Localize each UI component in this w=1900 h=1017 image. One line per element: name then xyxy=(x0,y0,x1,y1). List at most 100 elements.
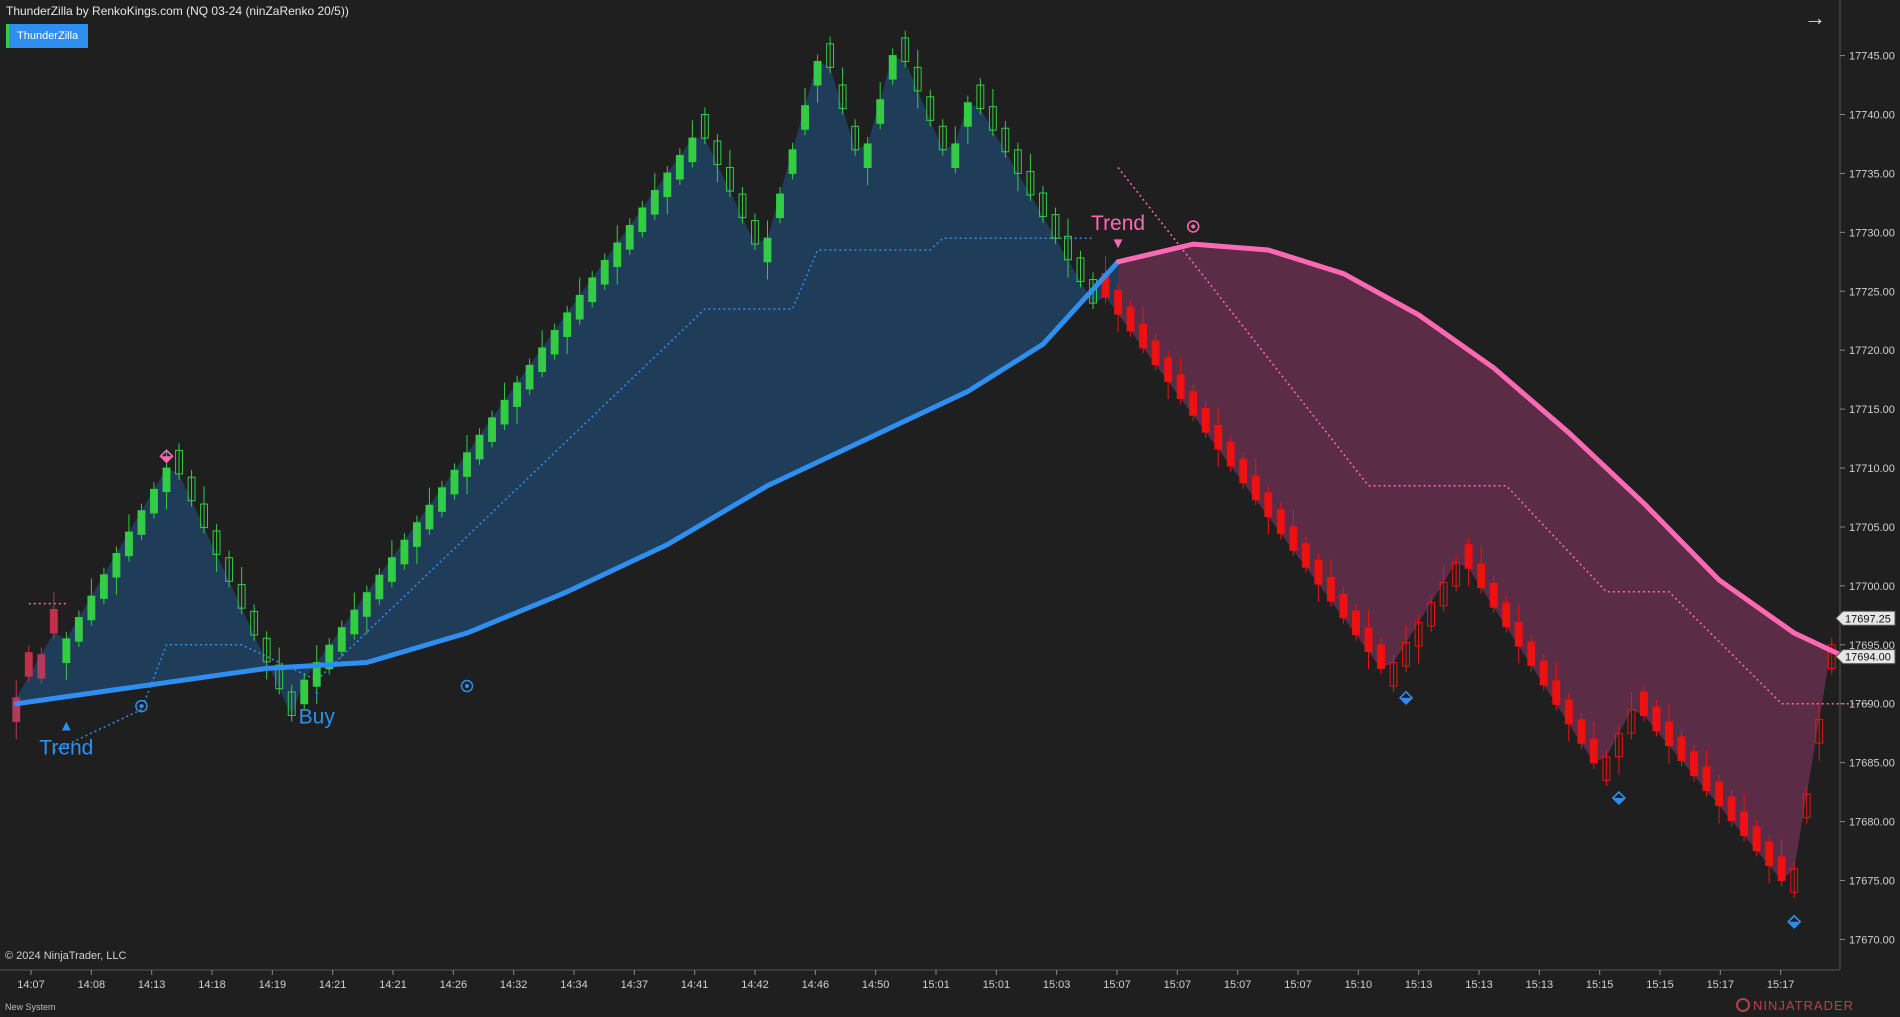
signal-label: Trend xyxy=(39,737,93,760)
circle-marker-dot xyxy=(139,704,144,709)
bar-body xyxy=(1589,738,1598,764)
bar-body xyxy=(1226,441,1235,467)
y-tick-label: 17690.00 xyxy=(1849,699,1895,711)
bar-body xyxy=(1527,641,1536,666)
x-tick-label: 14:13 xyxy=(138,979,166,991)
bar-body xyxy=(1326,576,1335,602)
bar-body xyxy=(87,595,96,621)
bar-body xyxy=(475,434,484,460)
x-tick-label: 14:41 xyxy=(681,979,709,991)
bar-body xyxy=(37,654,46,679)
x-tick-label: 14:07 xyxy=(17,979,45,991)
bar-body xyxy=(500,399,509,425)
bar-body xyxy=(525,364,534,390)
bar-body xyxy=(1114,289,1123,315)
bar-body xyxy=(1164,357,1173,383)
bar-body xyxy=(1151,340,1160,366)
y-tick-label: 17680.00 xyxy=(1849,817,1895,829)
bar-body xyxy=(1201,408,1210,433)
signal-label: Trend xyxy=(1091,212,1145,235)
bar-body xyxy=(1352,610,1360,636)
bar-body xyxy=(663,172,672,198)
x-tick-label: 15:13 xyxy=(1465,979,1493,991)
signal-arrow-icon: ▲ xyxy=(59,718,74,735)
bar-body xyxy=(412,522,421,547)
ninjatrader-logo: NINJATRADER xyxy=(1736,998,1854,1013)
y-tick-label: 17740.00 xyxy=(1849,109,1895,121)
bar-body xyxy=(1765,841,1774,867)
x-tick-label: 15:07 xyxy=(1164,979,1192,991)
arrow-right-icon[interactable]: → xyxy=(1803,6,1827,30)
x-tick-label: 14:18 xyxy=(198,979,226,991)
bar-body xyxy=(112,552,121,578)
bar-body xyxy=(1539,660,1548,686)
bar-body xyxy=(625,224,634,250)
bar-body xyxy=(1189,391,1198,416)
x-tick-label: 14:46 xyxy=(802,979,830,991)
x-tick-label: 15:15 xyxy=(1646,979,1674,991)
x-tick-label: 15:13 xyxy=(1405,979,1433,991)
bar-body xyxy=(74,617,83,642)
x-tick-label: 15:17 xyxy=(1707,979,1735,991)
y-tick-label: 17710.00 xyxy=(1849,463,1895,475)
bar-body xyxy=(1251,475,1260,501)
bar-body xyxy=(801,105,809,130)
bar-body xyxy=(1740,811,1749,837)
signal-trend-down: ▼Trend xyxy=(1091,212,1145,252)
y-tick-label: 17720.00 xyxy=(1849,345,1895,357)
bar-body xyxy=(362,592,371,617)
bar-body xyxy=(688,137,697,163)
bar-body xyxy=(1139,323,1148,349)
bar-body xyxy=(1276,509,1285,534)
y-tick-label: 17700.00 xyxy=(1849,581,1895,593)
bar-body xyxy=(1464,544,1473,569)
x-tick-label: 14:34 xyxy=(560,979,588,991)
bar-body xyxy=(438,487,446,512)
bar-body xyxy=(1677,736,1686,762)
bar-body xyxy=(1239,458,1248,484)
x-tick-label: 15:17 xyxy=(1767,979,1795,991)
x-tick-label: 15:15 xyxy=(1586,979,1614,991)
bar-body xyxy=(150,488,158,514)
x-tick-label: 15:01 xyxy=(983,979,1011,991)
bar-body xyxy=(1301,543,1310,568)
bar-body xyxy=(1126,306,1135,332)
bar-body xyxy=(1665,721,1673,747)
y-tick-label: 17745.00 xyxy=(1849,51,1895,63)
logo-ring-icon xyxy=(1736,998,1750,1012)
bar-body xyxy=(650,190,659,215)
chart-title: ThunderZilla by RenkoKings.com (NQ 03-24… xyxy=(6,4,349,18)
bar-body xyxy=(813,60,822,86)
copyright-text: © 2024 NinjaTrader, LLC xyxy=(5,950,127,962)
bar-body xyxy=(400,539,409,565)
bar-body xyxy=(888,55,897,80)
y-tick-label: 17715.00 xyxy=(1849,404,1895,416)
bar-body xyxy=(1364,627,1373,653)
bar-body xyxy=(1564,699,1573,725)
price-label: 17694.00 xyxy=(1845,652,1891,664)
bar-body xyxy=(1552,680,1561,705)
bar-body xyxy=(1690,751,1698,777)
indicator-badge[interactable]: ThunderZilla xyxy=(6,24,89,48)
bar-body xyxy=(450,469,459,495)
x-tick-label: 14:19 xyxy=(259,979,287,991)
bar-body xyxy=(1715,781,1723,807)
y-tick-label: 17675.00 xyxy=(1849,876,1895,888)
bar-body xyxy=(1577,719,1586,744)
price-label: 17697.25 xyxy=(1845,613,1891,625)
bar-body xyxy=(137,510,146,535)
bar-body xyxy=(1176,374,1185,399)
y-tick-label: 17730.00 xyxy=(1849,227,1895,239)
bar-body xyxy=(425,504,434,530)
signal-arrow-icon: ▼ xyxy=(1111,235,1126,252)
renko-chart[interactable]: ▲Trend↑Buy▼Trend17745.0017740.0017735.00… xyxy=(0,0,1900,1017)
x-tick-label: 15:07 xyxy=(1103,979,1131,991)
bar-body xyxy=(488,417,496,442)
x-tick-label: 14:37 xyxy=(621,979,649,991)
y-tick-label: 17685.00 xyxy=(1849,758,1895,770)
bar-body xyxy=(1339,593,1348,619)
signal-trend-up: ▲ Trend xyxy=(39,718,93,760)
x-tick-label: 15:01 xyxy=(922,979,950,991)
bear-cloud-area xyxy=(1118,244,1832,881)
bar-body xyxy=(337,627,346,652)
